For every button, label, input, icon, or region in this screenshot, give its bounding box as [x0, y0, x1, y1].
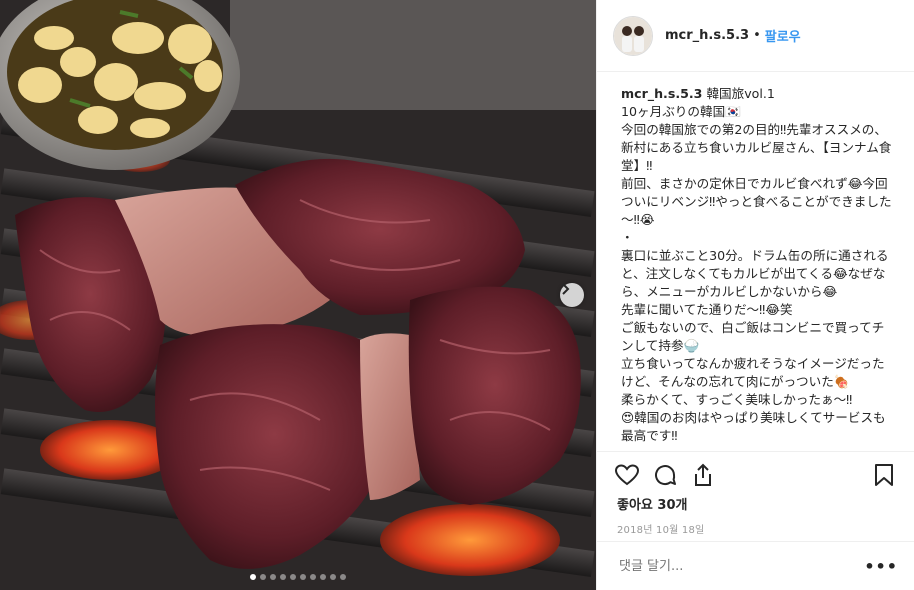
carousel-dot [260, 574, 266, 580]
share-icon [695, 463, 711, 486]
caption-text: 韓国旅vol.1 10ヶ月ぶりの韓国🇰🇷 今回の韓国旅での第2の目的‼先輩オスス… [621, 86, 892, 443]
comment-composer: ••• [597, 541, 914, 590]
save-button[interactable] [870, 461, 898, 489]
username-link[interactable]: mcr_h.s.5.3 [665, 28, 749, 43]
heart-icon [615, 464, 639, 486]
post-photo[interactable] [0, 0, 596, 590]
chevron-right-icon [562, 283, 570, 295]
carousel-dot [280, 574, 286, 580]
comment-input[interactable] [617, 557, 865, 575]
bookmark-icon [875, 464, 893, 486]
action-bar [597, 452, 914, 490]
post-side-panel: mcr_h.s.5.3 • 팔로우 mcr_h.s.5.3 韓国旅vol.1 1… [596, 0, 914, 590]
carousel-indicator [0, 574, 596, 580]
like-count[interactable]: 좋아요 30개 [597, 490, 914, 513]
next-slide-button[interactable] [560, 283, 584, 307]
carousel-dot [300, 574, 306, 580]
like-button[interactable] [613, 461, 641, 489]
instagram-post: mcr_h.s.5.3 • 팔로우 mcr_h.s.5.3 韓国旅vol.1 1… [0, 0, 914, 590]
caption: mcr_h.s.5.3 韓国旅vol.1 10ヶ月ぶりの韓国🇰🇷 今回の韓国旅で… [621, 85, 894, 445]
carousel-dot [250, 574, 256, 580]
carousel-dot [330, 574, 336, 580]
post-header: mcr_h.s.5.3 • 팔로우 [597, 0, 914, 72]
carousel-dot [310, 574, 316, 580]
avatar[interactable] [613, 15, 653, 56]
post-date[interactable]: 2018년 10월 18일 [597, 513, 914, 536]
share-button[interactable] [689, 461, 717, 489]
separator-dot: • [753, 28, 761, 43]
follow-button[interactable]: 팔로우 [765, 26, 801, 45]
comment-button[interactable] [651, 461, 679, 489]
bbq-photo-illustration [0, 0, 596, 590]
avatar-photo-icon [614, 16, 652, 55]
more-options-button[interactable]: ••• [864, 557, 898, 576]
comment-icon [655, 465, 676, 486]
actions-section: 좋아요 30개 2018년 10월 18일 [597, 451, 914, 536]
carousel-dot [270, 574, 276, 580]
carousel-dot [290, 574, 296, 580]
caption-username[interactable]: mcr_h.s.5.3 [621, 86, 702, 101]
carousel-dot [320, 574, 326, 580]
caption-scroll-area[interactable]: mcr_h.s.5.3 韓国旅vol.1 10ヶ月ぶりの韓国🇰🇷 今回の韓国旅で… [597, 73, 914, 451]
carousel-dot [340, 574, 346, 580]
